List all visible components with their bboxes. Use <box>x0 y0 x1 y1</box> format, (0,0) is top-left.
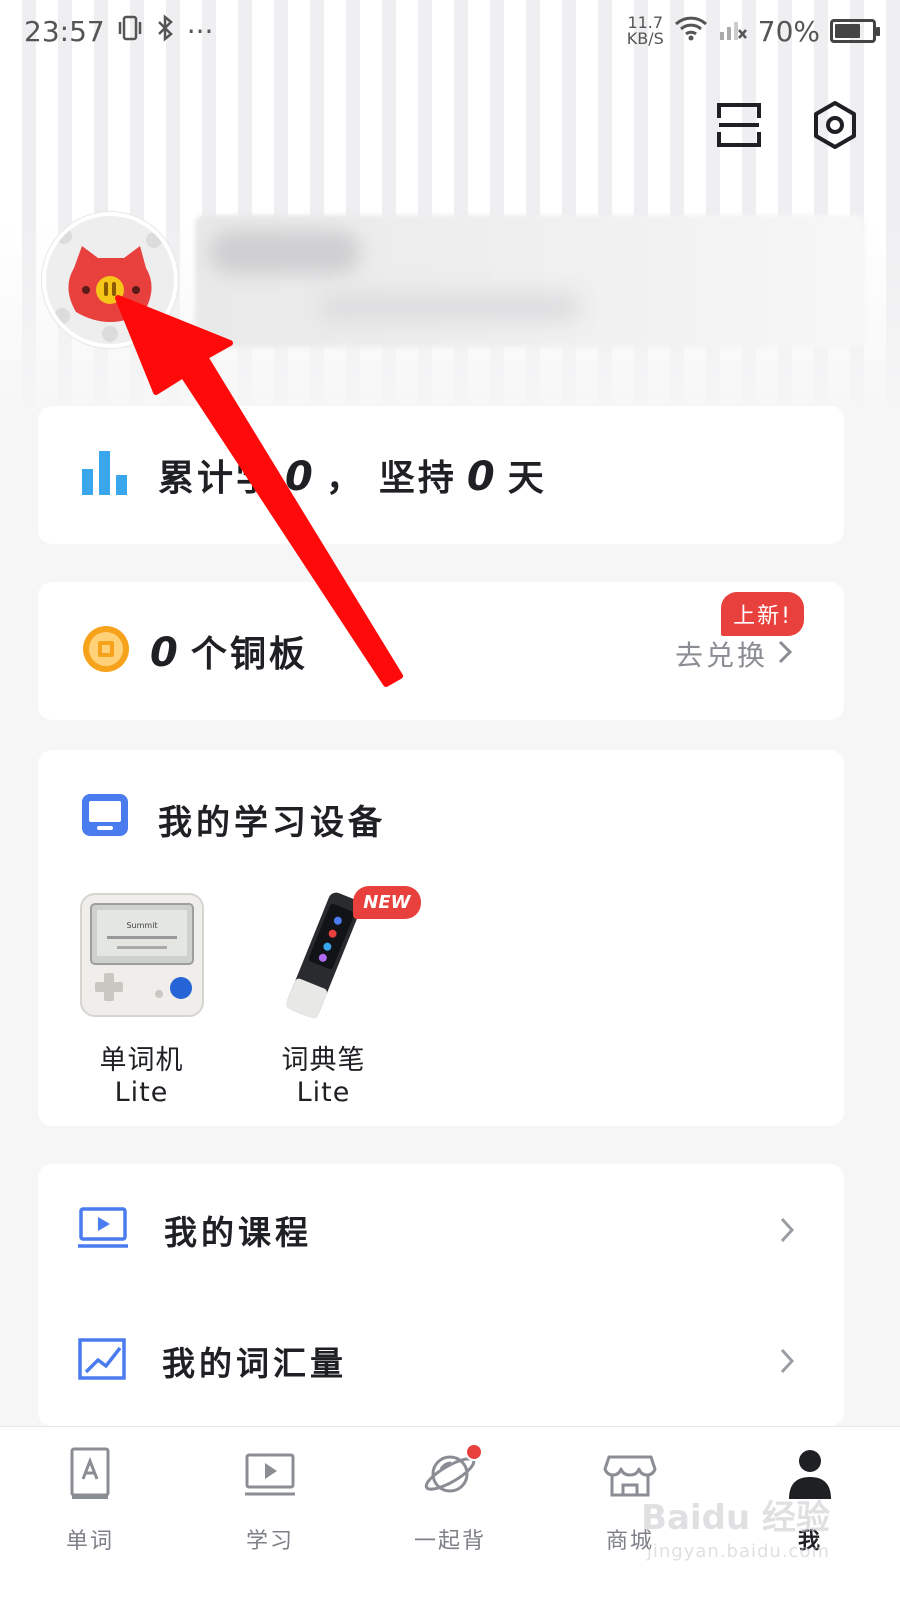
watermark: Baidu 经验 jingyan.baidu.com <box>641 1490 830 1562</box>
stats-separator: ， <box>325 458 365 499</box>
learning-stats-card[interactable]: 累计学 0 ， 坚持 0 天 <box>38 406 844 544</box>
device-screen-text: Summit <box>126 921 157 930</box>
more-dots-icon: ··· <box>186 14 214 48</box>
battery-percent: 70% <box>757 14 820 48</box>
nav-label: 学习 <box>245 1529 294 1554</box>
learning-stats-text: 累计学 0 ， 坚持 0 天 <box>158 449 547 501</box>
menu-list: 我的课程 我的词汇量 <box>38 1164 844 1426</box>
coin-count-text: 0 个铜板 <box>150 625 308 677</box>
word-machine-image: Summit <box>77 890 207 1020</box>
devices-card: 我的学习设备 Summit 单词机Lite NEW 词典笔Lite <box>38 750 844 1126</box>
battery-icon <box>830 19 880 43</box>
device-label: 词典笔Lite <box>281 1045 366 1108</box>
status-time: 23:57 <box>24 14 105 48</box>
chevron-right-icon <box>780 1216 795 1248</box>
battery-fill <box>835 24 861 38</box>
header-actions <box>712 98 862 152</box>
exchange-link[interactable]: 去兑换 <box>674 634 793 674</box>
watermark-url: jingyan.baidu.com <box>646 1541 830 1562</box>
devices-header: 我的学习设备 <box>82 794 386 845</box>
nav-label: 一起背 <box>413 1529 486 1554</box>
book-a-icon <box>63 1447 117 1501</box>
stats-prefix: 累计学 <box>158 458 276 499</box>
days-learned: 0 <box>285 454 316 500</box>
chevron-right-icon <box>778 638 793 671</box>
device-label: 单词机Lite <box>99 1045 184 1108</box>
device-item-dictionary-pen[interactable]: NEW 词典笔Lite <box>256 886 421 1108</box>
settings-icon[interactable] <box>808 98 862 152</box>
stats-suffix: 天 <box>507 458 547 499</box>
bar-chart-icon <box>82 451 128 499</box>
monitor-icon <box>82 794 128 845</box>
new-badge: 上新! <box>721 592 804 636</box>
status-bar: 23:57 ··· 11.7 KB/S 70% <box>0 0 900 62</box>
wifi-icon <box>674 14 708 49</box>
menu-item-label: 我的课程 <box>164 1212 312 1252</box>
username-blurred <box>210 230 360 274</box>
device-item-word-machine[interactable]: Summit 单词机Lite <box>74 890 209 1108</box>
bluetooth-icon <box>155 13 175 49</box>
nav-item-study[interactable]: 学习 <box>180 1427 360 1600</box>
watermark-brand: Baidu 经验 <box>641 1498 830 1538</box>
trend-chart-icon <box>78 1337 126 1384</box>
coins-card[interactable]: 0 个铜板 上新! 去兑换 <box>38 582 844 720</box>
user-subtitle-blurred <box>320 292 580 322</box>
nav-item-together[interactable]: 一起背 <box>360 1427 540 1600</box>
coin-icon <box>82 625 130 677</box>
chevron-right-icon <box>780 1347 795 1379</box>
menu-item-my-vocabulary[interactable]: 我的词汇量 <box>38 1295 844 1426</box>
devices-title: 我的学习设备 <box>158 803 386 843</box>
nav-item-words[interactable]: 单词 <box>0 1427 180 1600</box>
stats-middle: 坚持 <box>378 458 457 499</box>
coin-count: 0 <box>150 630 181 676</box>
video-play-icon <box>243 1447 297 1501</box>
dictionary-pen-image: NEW <box>259 886 421 1020</box>
play-screen-icon <box>78 1206 128 1253</box>
menu-item-label: 我的词汇量 <box>162 1343 347 1383</box>
notification-dot <box>465 1443 483 1461</box>
network-speed-unit: KB/S <box>626 29 664 48</box>
exchange-label: 去兑换 <box>674 639 768 672</box>
avatar[interactable] <box>42 212 178 348</box>
planet-icon <box>423 1443 483 1501</box>
menu-item-my-courses[interactable]: 我的课程 <box>38 1164 844 1295</box>
vibrate-icon <box>117 14 143 49</box>
signal-icon <box>718 14 748 49</box>
network-speed: 11.7 KB/S <box>627 15 664 47</box>
scan-icon[interactable] <box>712 98 766 152</box>
days-persisted: 0 <box>466 454 498 500</box>
coin-unit-label: 个铜板 <box>190 634 308 675</box>
nav-label: 单词 <box>65 1529 114 1554</box>
new-tag: NEW <box>353 886 421 919</box>
